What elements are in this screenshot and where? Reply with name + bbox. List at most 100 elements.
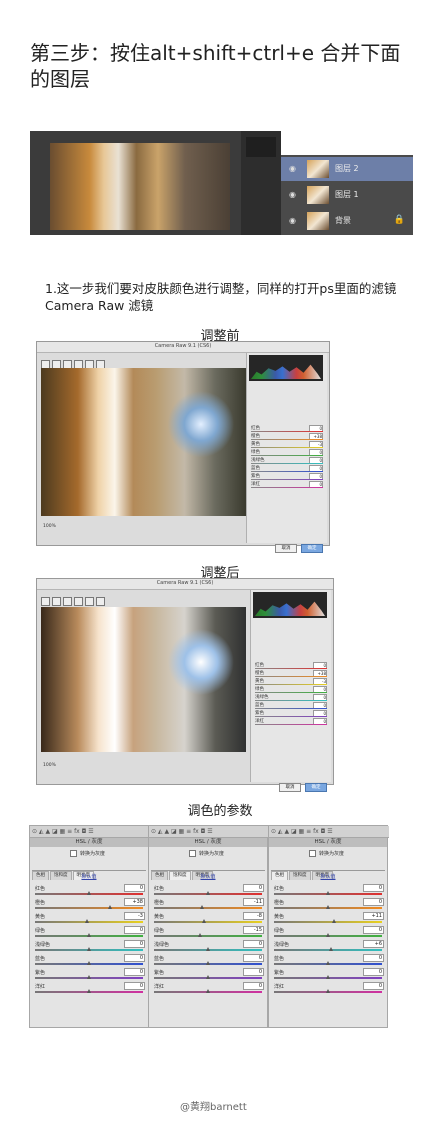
brush-tool-icon[interactable] bbox=[85, 597, 94, 606]
slider-row[interactable]: 浅绿色 0 bbox=[255, 694, 327, 702]
zoom-level[interactable]: 100% bbox=[43, 763, 56, 768]
slider-track[interactable] bbox=[154, 907, 262, 909]
slider-knob[interactable] bbox=[329, 947, 334, 951]
hsl-row[interactable]: 浅绿色 0 bbox=[152, 940, 264, 954]
value-field[interactable]: 0 bbox=[124, 940, 145, 948]
slider-track[interactable] bbox=[35, 907, 143, 909]
slider-track[interactable] bbox=[251, 471, 323, 472]
cancel-button[interactable]: 取消 bbox=[279, 783, 301, 792]
value-field[interactable]: +38 bbox=[124, 898, 145, 906]
slider-track[interactable] bbox=[255, 700, 327, 701]
slider-knob[interactable] bbox=[326, 961, 330, 965]
ok-button[interactable]: 确定 bbox=[301, 544, 323, 553]
slider-row[interactable]: 红色 0 bbox=[251, 425, 323, 433]
slider-knob[interactable] bbox=[326, 989, 330, 993]
slider-knob[interactable] bbox=[87, 961, 91, 965]
slider-row[interactable]: 浅绿色 0 bbox=[251, 457, 323, 465]
slider-track[interactable] bbox=[274, 949, 382, 951]
checkbox-icon[interactable] bbox=[309, 850, 316, 857]
hsl-row[interactable]: 洋红 0 bbox=[272, 982, 384, 996]
cancel-button[interactable]: 取消 bbox=[275, 544, 297, 553]
hsl-row[interactable]: 浅绿色 0 bbox=[33, 940, 145, 954]
hsl-row[interactable]: 洋红 0 bbox=[33, 982, 145, 996]
value-field[interactable]: +6 bbox=[363, 940, 384, 948]
ok-button[interactable]: 确定 bbox=[305, 783, 327, 792]
hsl-row[interactable]: 紫色 0 bbox=[33, 968, 145, 982]
value-field[interactable]: 0 bbox=[363, 926, 384, 934]
value-field[interactable]: 0 bbox=[124, 884, 145, 892]
value-field[interactable]: 0 bbox=[363, 884, 384, 892]
value-field[interactable]: 0 bbox=[363, 898, 384, 906]
slider-track[interactable] bbox=[154, 935, 262, 937]
slider-knob[interactable] bbox=[332, 919, 337, 923]
slider-knob[interactable] bbox=[87, 933, 91, 937]
slider-knob[interactable] bbox=[197, 933, 202, 937]
value-field[interactable]: 0 bbox=[124, 926, 145, 934]
hsl-row[interactable]: 黄色 -3 bbox=[33, 912, 145, 926]
slider-knob[interactable] bbox=[87, 947, 91, 951]
checkbox-icon[interactable] bbox=[189, 850, 196, 857]
slider-knob[interactable] bbox=[206, 975, 210, 979]
hsl-row[interactable]: 紫色 0 bbox=[272, 968, 384, 982]
eye-icon[interactable]: ◉ bbox=[289, 190, 299, 200]
value-field[interactable]: 0 bbox=[124, 968, 145, 976]
white-balance-tool-icon[interactable] bbox=[63, 597, 72, 606]
default-link[interactable]: 默认值 bbox=[149, 873, 267, 880]
slider-knob[interactable] bbox=[85, 919, 90, 923]
default-link[interactable]: 默认值 bbox=[269, 873, 387, 880]
slider-row[interactable]: 蓝色 0 bbox=[255, 702, 327, 710]
value-field[interactable]: 0 bbox=[243, 982, 264, 990]
slider-track[interactable] bbox=[251, 455, 323, 456]
hsl-row[interactable]: 绿色 -15 bbox=[152, 926, 264, 940]
slider-row[interactable]: 红色 0 bbox=[255, 662, 327, 670]
slider-track[interactable] bbox=[251, 447, 323, 448]
value-field[interactable]: 0 bbox=[363, 982, 384, 990]
value-field[interactable]: 0 bbox=[363, 954, 384, 962]
crop-tool-icon[interactable] bbox=[74, 597, 83, 606]
slider-track[interactable] bbox=[251, 431, 323, 432]
hsl-row[interactable]: 橙色 0 bbox=[272, 898, 384, 912]
value-field[interactable]: -3 bbox=[124, 912, 145, 920]
zoom-level[interactable]: 100% bbox=[43, 524, 56, 529]
slider-row[interactable]: 黄色 -3 bbox=[255, 678, 327, 686]
hsl-row[interactable]: 绿色 0 bbox=[272, 926, 384, 940]
slider-track[interactable] bbox=[251, 487, 323, 488]
slider-knob[interactable] bbox=[201, 919, 206, 923]
slider-knob[interactable] bbox=[326, 975, 330, 979]
hsl-row[interactable]: 黄色 +11 bbox=[272, 912, 384, 926]
value-field[interactable]: 0 bbox=[124, 982, 145, 990]
value-field[interactable]: 0 bbox=[243, 940, 264, 948]
slider-track[interactable] bbox=[255, 724, 327, 725]
hsl-row[interactable]: 绿色 0 bbox=[33, 926, 145, 940]
hsl-row[interactable]: 浅绿色 +6 bbox=[272, 940, 384, 954]
slider-knob[interactable] bbox=[206, 989, 210, 993]
hsl-row[interactable]: 红色 0 bbox=[152, 884, 264, 898]
slider-knob[interactable] bbox=[326, 891, 330, 895]
slider-row[interactable]: 橙色 +38 bbox=[251, 433, 323, 441]
slider-knob[interactable] bbox=[87, 989, 91, 993]
hsl-row[interactable]: 红色 0 bbox=[272, 884, 384, 898]
hsl-row[interactable]: 黄色 -8 bbox=[152, 912, 264, 926]
hand-tool-icon[interactable] bbox=[52, 597, 61, 606]
zoom-tool-icon[interactable] bbox=[41, 597, 50, 606]
hsl-row[interactable]: 蓝色 0 bbox=[152, 954, 264, 968]
slider-track[interactable] bbox=[255, 676, 327, 677]
slider-track[interactable] bbox=[154, 921, 262, 923]
layer-row[interactable]: ◉ 背景 🔒 bbox=[281, 209, 413, 233]
slider-track[interactable] bbox=[255, 716, 327, 717]
eye-icon[interactable]: ◉ bbox=[289, 164, 299, 174]
value-field[interactable]: -8 bbox=[243, 912, 264, 920]
slider-knob[interactable] bbox=[326, 933, 330, 937]
slider-knob[interactable] bbox=[206, 947, 210, 951]
value-field[interactable]: 0 bbox=[243, 884, 264, 892]
layer-row[interactable]: ◉ 图层 1 bbox=[281, 183, 413, 207]
slider-row[interactable]: 洋红 0 bbox=[255, 718, 327, 726]
hsl-row[interactable]: 蓝色 0 bbox=[33, 954, 145, 968]
checkbox-icon[interactable] bbox=[70, 850, 77, 857]
hsl-row[interactable]: 橙色 +38 bbox=[33, 898, 145, 912]
value-field[interactable]: 0 bbox=[243, 954, 264, 962]
slider-track[interactable] bbox=[251, 463, 323, 464]
rotate-tool-icon[interactable] bbox=[96, 597, 105, 606]
slider-knob[interactable] bbox=[108, 905, 113, 909]
grayscale-checkbox[interactable]: 转换为灰度 bbox=[309, 850, 344, 857]
